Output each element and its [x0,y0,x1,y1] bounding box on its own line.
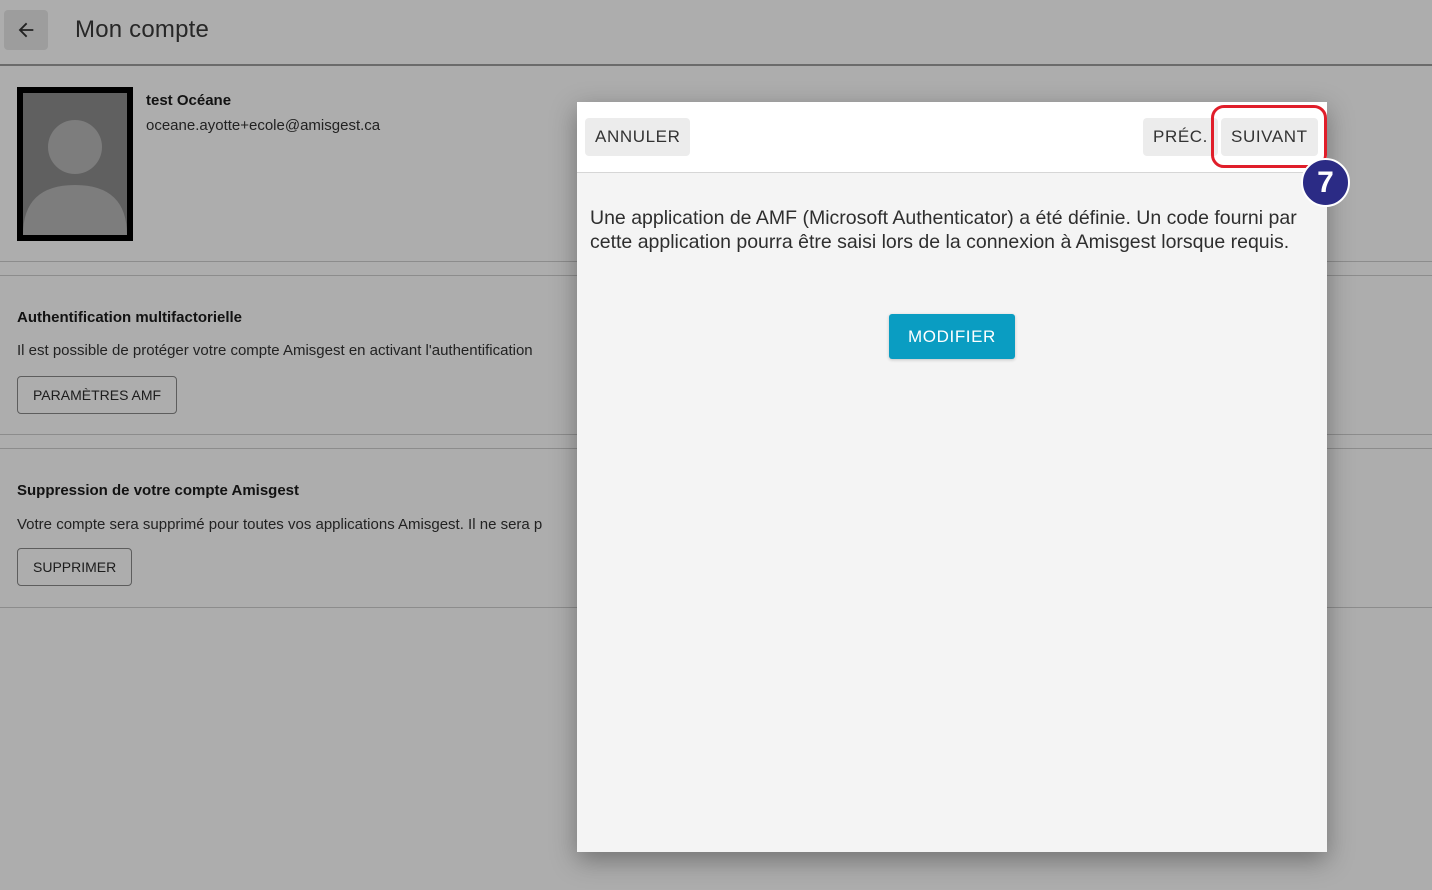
mfa-dialog: ANNULER PRÉC. SUIVANT Une application de… [577,102,1327,852]
modify-button[interactable]: MODIFIER [889,314,1015,359]
previous-button[interactable]: PRÉC. [1143,118,1218,156]
dialog-message: Une application de AMF (Microsoft Authen… [590,207,1297,253]
step-badge: 7 [1301,158,1350,207]
cancel-button[interactable]: ANNULER [585,118,691,156]
highlight-outline [1211,105,1327,168]
